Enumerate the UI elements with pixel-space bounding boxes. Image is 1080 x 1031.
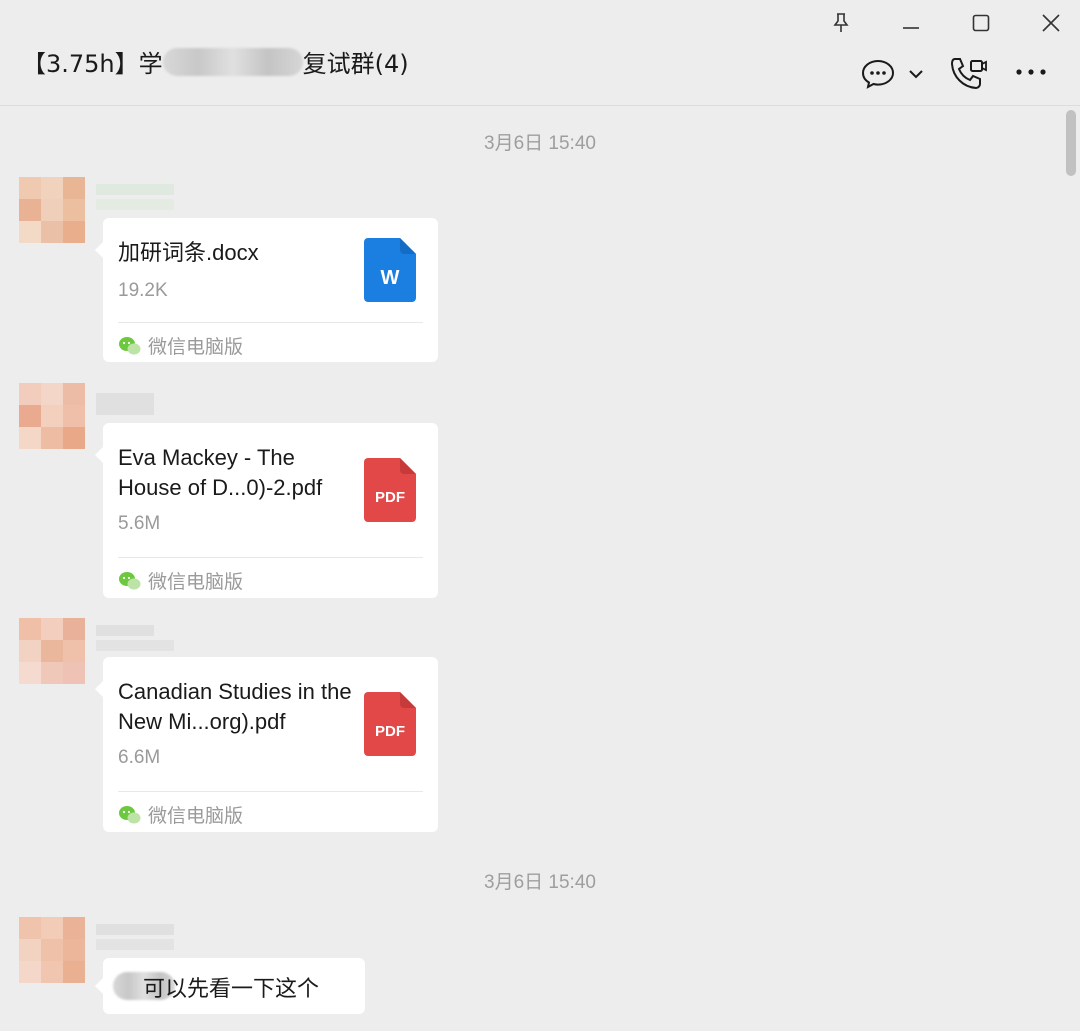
pin-icon[interactable] [826,8,856,38]
chat-title-suffix: 复试群(4) [302,50,409,78]
divider [118,322,423,323]
avatar[interactable] [19,917,85,983]
timestamp: 3月6日 15:40 [484,872,596,893]
pdf-file-icon: PDF [364,458,416,522]
wechat-icon [119,571,141,589]
source-text: 微信电脑版 [148,571,244,593]
minimize-icon[interactable] [896,8,926,38]
pdf-file-icon: PDF [364,692,416,756]
file-message[interactable]: Canadian Studies in the New Mi...org).pd… [95,657,438,832]
source-label: 微信电脑版 [118,801,243,828]
chat-bubble-icon[interactable] [860,57,896,91]
file-type-label: PDF [375,723,405,740]
title-bar: 【3.75h】学 复试群(4) [0,0,1080,106]
divider [118,557,423,558]
file-size: 6.6M [118,747,161,768]
chat-area[interactable]: 3月6日 15:40 加研词条.docx 19.2K W 微信电脑版 Eva M… [0,106,1080,1031]
wechat-icon [119,336,141,354]
file-message[interactable]: 加研词条.docx 19.2K W 微信电脑版 [95,218,438,362]
divider [118,791,423,792]
file-type-label: PDF [375,489,405,506]
maximize-icon[interactable] [966,8,996,38]
avatar[interactable] [19,177,85,243]
avatar[interactable] [19,383,85,449]
redacted-title [162,47,303,76]
file-name: Eva Mackey - The House of D...0)-2.pdf [118,445,323,500]
avatar[interactable] [19,618,85,684]
message-text: 可以先看一下这个 [143,977,320,1002]
timestamp: 3月6日 15:40 [484,133,596,154]
close-icon[interactable] [1036,8,1066,38]
source-label: 微信电脑版 [118,332,243,359]
file-type-label: W [381,267,400,289]
file-message[interactable]: Eva Mackey - The House of D...0)-2.pdf 5… [95,423,438,598]
source-text: 微信电脑版 [148,805,244,827]
chat-title: 【3.75h】学 复试群(4) [22,44,409,79]
text-message[interactable]: 可以先看一下这个 [95,958,365,1014]
sender-name [96,625,174,651]
source-text: 微信电脑版 [148,336,244,358]
chevron-down-icon[interactable] [906,64,926,84]
sender-name [96,184,174,210]
file-size: 19.2K [118,280,168,301]
sender-name [96,393,174,419]
wechat-icon [119,805,141,823]
file-name: 加研词条.docx [118,240,259,265]
sender-name [96,924,174,950]
source-label: 微信电脑版 [118,567,243,594]
file-name: Canadian Studies in the New Mi...org).pd… [118,679,352,734]
phone-video-icon[interactable] [948,55,988,91]
more-icon[interactable] [1014,62,1048,82]
chat-title-prefix: 【3.75h】学 [22,50,163,78]
file-size: 5.6M [118,513,161,534]
word-file-icon: W [364,238,416,302]
